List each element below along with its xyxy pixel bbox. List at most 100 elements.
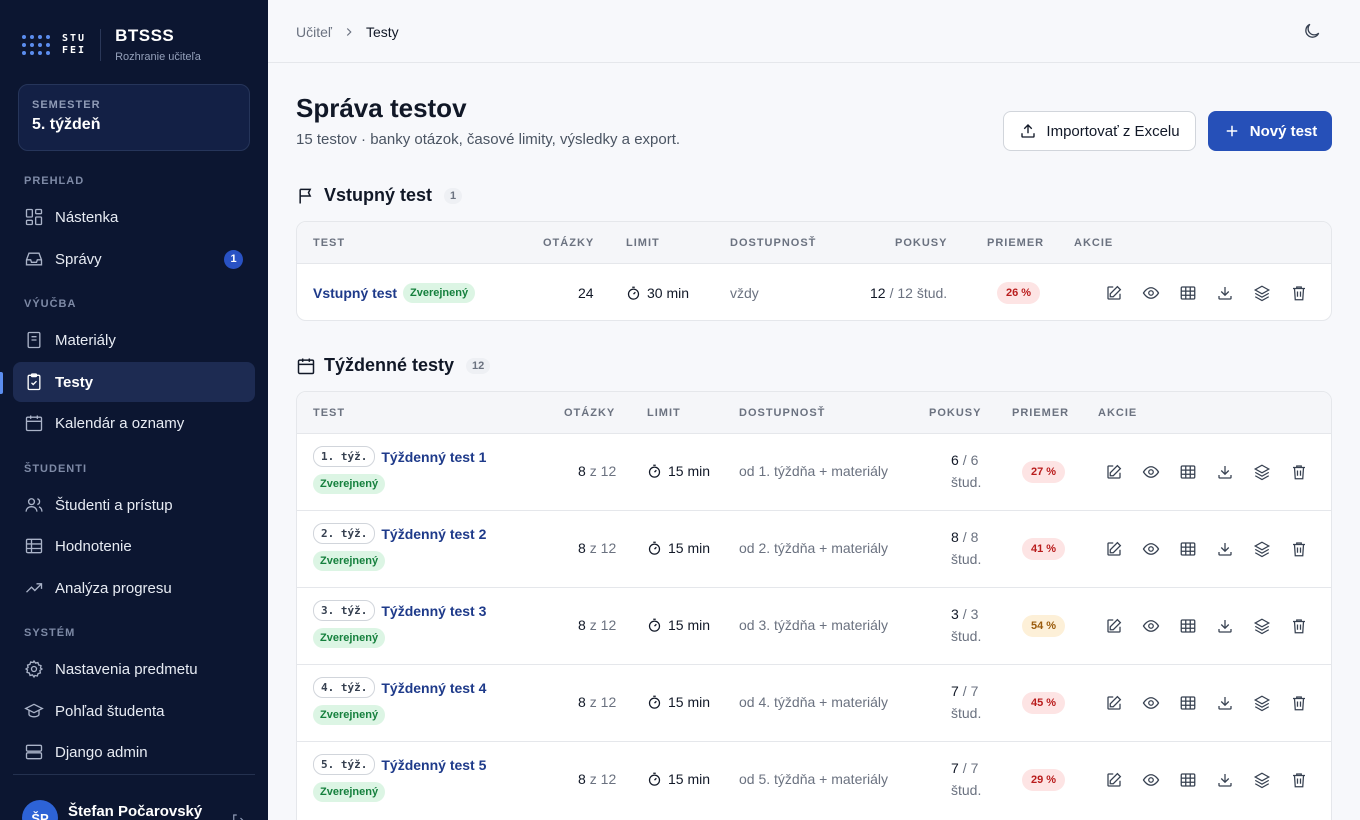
edit-icon[interactable]: [1105, 284, 1123, 302]
eye-icon[interactable]: [1142, 540, 1160, 558]
eye-icon[interactable]: [1142, 694, 1160, 712]
week-chip: 2. týž.: [313, 523, 376, 544]
attempts-done: 6: [951, 452, 959, 468]
edit-icon[interactable]: [1105, 540, 1123, 558]
eye-icon[interactable]: [1142, 617, 1160, 635]
breadcrumb-parent[interactable]: Učiteľ: [296, 24, 332, 40]
questions-count: 8: [578, 694, 586, 710]
sidebar-item-students-access[interactable]: Študenti a prístup: [13, 485, 255, 525]
results-table-icon[interactable]: [1179, 617, 1197, 635]
questions-pool: z 12: [589, 771, 617, 787]
questions-count: 8: [578, 617, 586, 633]
row-actions: [1105, 694, 1327, 712]
layers-icon[interactable]: [1253, 771, 1271, 789]
calendar-icon: [25, 415, 43, 432]
download-icon[interactable]: [1216, 463, 1234, 481]
edit-icon[interactable]: [1105, 694, 1123, 712]
sidebar-divider: [13, 774, 255, 775]
logout-icon[interactable]: [230, 812, 248, 820]
row-actions: [1105, 463, 1327, 481]
edit-icon[interactable]: [1105, 617, 1123, 635]
import-excel-button[interactable]: Importovať z Excelu: [1003, 111, 1196, 151]
status-badge: Zverejnený: [313, 782, 386, 802]
trash-icon[interactable]: [1290, 771, 1308, 789]
sidebar-item-calendar[interactable]: Kalendár a oznamy: [13, 403, 255, 443]
test-name-link[interactable]: Vstupný test: [313, 285, 397, 301]
sidebar-item-student-view[interactable]: Pohľad študenta: [13, 691, 255, 731]
layers-icon[interactable]: [1253, 694, 1271, 712]
questions-pool: z 12: [589, 617, 617, 633]
edit-icon[interactable]: [1105, 771, 1123, 789]
sidebar-item-progress[interactable]: Analýza progresu: [13, 568, 255, 608]
week-chip: 5. týž.: [313, 754, 376, 775]
page-subtitle: 15 testov · banky otázok, časové limity,…: [296, 131, 681, 148]
eye-icon[interactable]: [1142, 771, 1160, 789]
results-table-icon[interactable]: [1179, 284, 1197, 302]
week-chip: 1. týž.: [313, 446, 376, 467]
eye-icon[interactable]: [1142, 463, 1160, 481]
sidebar: STU FEI BTSSS Rozhranie učiteľa SEMESTER…: [0, 0, 268, 820]
eye-icon[interactable]: [1142, 284, 1160, 302]
questions-count: 24: [578, 285, 594, 301]
questions-pool: z 12: [589, 540, 617, 556]
app-title: BTSSS: [115, 26, 175, 45]
layers-icon[interactable]: [1253, 463, 1271, 481]
trash-icon[interactable]: [1290, 617, 1308, 635]
download-icon[interactable]: [1216, 694, 1234, 712]
status-badge: Zverejnený: [313, 705, 386, 725]
test-name-link[interactable]: Týždenný test 1: [381, 449, 486, 465]
test-name-link[interactable]: Týždenný test 2: [381, 526, 486, 542]
col-availability: DOSTUPNOSŤ: [739, 407, 826, 419]
user-profile[interactable]: ŠP Štefan Počarovský: [22, 800, 202, 820]
inbox-icon: [25, 252, 43, 266]
week-chip: 3. týž.: [313, 600, 376, 621]
trash-icon[interactable]: [1290, 694, 1308, 712]
sidebar-item-materials[interactable]: Materiály: [13, 320, 255, 360]
trash-icon[interactable]: [1290, 540, 1308, 558]
chevron-right-icon: [346, 28, 352, 36]
time-limit: 15 min: [668, 540, 711, 556]
download-icon[interactable]: [1216, 617, 1234, 635]
attempts-done: 7: [951, 760, 959, 776]
test-name-link[interactable]: Týždenný test 3: [381, 603, 486, 619]
edit-icon[interactable]: [1105, 463, 1123, 481]
sidebar-item-label: Nástenka: [55, 208, 119, 226]
sidebar-item-dashboard[interactable]: Nástenka: [13, 197, 255, 237]
entry-section-title: Vstupný test: [324, 185, 433, 205]
trash-icon[interactable]: [1290, 463, 1308, 481]
test-name-link[interactable]: Týždenný test 4: [381, 680, 486, 696]
download-icon[interactable]: [1216, 540, 1234, 558]
download-icon[interactable]: [1216, 284, 1234, 302]
brand[interactable]: STU FEI BTSSS Rozhranie učiteľa: [22, 26, 201, 63]
gear-icon: [24, 659, 44, 679]
sidebar-item-label: Materiály: [55, 331, 116, 349]
sidebar-item-tests[interactable]: Testy: [13, 362, 255, 402]
layers-icon[interactable]: [1253, 540, 1271, 558]
trash-icon[interactable]: [1290, 284, 1308, 302]
sidebar-item-grading[interactable]: Hodnotenie: [13, 526, 255, 566]
sidebar-item-messages[interactable]: Správy 1: [13, 239, 255, 279]
trending-up-icon: [26, 583, 43, 593]
new-test-button[interactable]: Nový test: [1208, 111, 1332, 151]
timer-icon: [627, 286, 640, 300]
average-badge: 27 %: [1022, 461, 1066, 483]
user-name: Štefan Počarovský: [68, 803, 203, 820]
sidebar-item-settings[interactable]: Nastavenia predmetu: [13, 649, 255, 689]
layers-icon[interactable]: [1253, 617, 1271, 635]
layers-icon[interactable]: [1253, 284, 1271, 302]
results-table-icon[interactable]: [1179, 463, 1197, 481]
users-icon: [25, 498, 43, 512]
results-table-icon[interactable]: [1179, 771, 1197, 789]
moon-icon[interactable]: [1302, 21, 1322, 41]
availability: od 4. týždňa + materiály: [739, 694, 889, 710]
status-badge: Zverejnený: [313, 474, 386, 494]
results-table-icon[interactable]: [1179, 694, 1197, 712]
table-icon: [25, 538, 43, 554]
col-average: PRIEMER: [987, 237, 1045, 249]
sidebar-item-django-admin[interactable]: Django admin: [13, 732, 255, 772]
test-name-link[interactable]: Týždenný test 5: [381, 757, 486, 773]
results-table-icon[interactable]: [1179, 540, 1197, 558]
download-icon[interactable]: [1216, 771, 1234, 789]
availability: od 2. týždňa + materiály: [739, 540, 889, 556]
nav-section-teaching: VÝUČBA: [24, 298, 77, 310]
